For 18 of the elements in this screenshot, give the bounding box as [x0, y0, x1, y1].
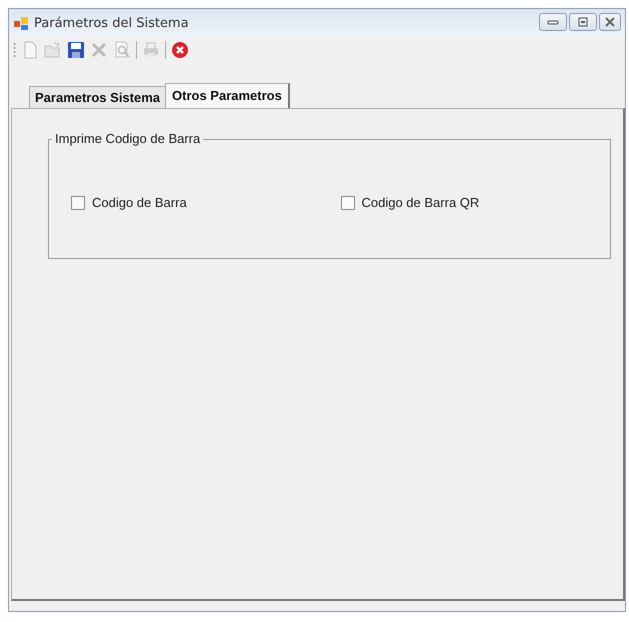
minimize-icon: [547, 18, 559, 26]
tab[interactable]: Parametros Sistema: [29, 86, 166, 108]
maximize-button[interactable]: [569, 13, 597, 31]
window-title: Parámetros del Sistema: [34, 16, 189, 30]
maximize-icon: [578, 17, 588, 27]
toolbar-grip: [13, 42, 16, 58]
checkbox-label[interactable]: Codigo de Barra QR: [362, 195, 480, 210]
checkbox[interactable]: [340, 196, 354, 210]
group-title: Imprime Codigo de Barra: [52, 131, 204, 146]
close-button[interactable]: [599, 13, 621, 31]
tab[interactable]: Otros Parametros: [165, 83, 290, 108]
app-icon: [13, 15, 29, 31]
close-icon[interactable]: [171, 41, 189, 59]
minimize-button[interactable]: [539, 13, 567, 31]
save-icon[interactable]: [67, 41, 85, 59]
close-icon: [604, 17, 616, 27]
checkbox[interactable]: [71, 196, 85, 210]
checkbox-label[interactable]: Codigo de Barra: [92, 195, 187, 210]
